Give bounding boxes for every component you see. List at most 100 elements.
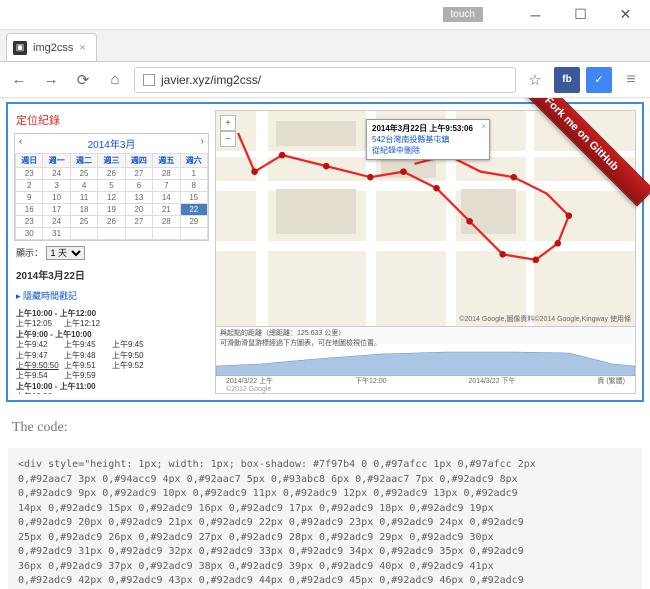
calendar-day[interactable]: 4: [70, 180, 97, 192]
timestamp-item[interactable]: 上午12:05: [16, 319, 64, 329]
code-output[interactable]: <div style="height: 1px; width: 1px; box…: [8, 448, 642, 589]
calendar-day[interactable]: [125, 228, 152, 240]
timestamp-item[interactable]: 上午9:45: [112, 340, 160, 350]
callout-close-icon[interactable]: ×: [481, 122, 486, 131]
tab-close-icon[interactable]: ×: [79, 42, 85, 54]
timestamp-item[interactable]: 上午9:52: [112, 361, 160, 371]
url-text: javier.xyz/img2css/: [161, 73, 261, 87]
callout-address[interactable]: 542台灣南投縣基屯鎮: [372, 134, 484, 145]
calendar-day[interactable]: 28: [153, 216, 180, 228]
home-button[interactable]: ⌂: [102, 67, 128, 93]
timestamp-item[interactable]: 上午9:48: [64, 351, 112, 361]
timestamp-item[interactable]: 上午9:54: [16, 371, 64, 381]
calendar-day[interactable]: 24: [43, 168, 70, 180]
calendar-day[interactable]: 10: [43, 192, 70, 204]
calendar-day[interactable]: 23: [16, 168, 43, 180]
facebook-extension-icon[interactable]: fb: [554, 67, 580, 93]
zoom-in-button[interactable]: +: [220, 115, 236, 131]
close-button[interactable]: ✕: [603, 1, 648, 29]
hide-timestamps-link[interactable]: 隱藏時間戳記: [16, 289, 207, 302]
browser-tab[interactable]: img2css ×: [6, 33, 97, 61]
weekday-header: 週一: [43, 154, 70, 168]
page-content[interactable]: 定位紀錄 ‹ 2014年3月 › 週日週一週二週三週四週五週六232425262…: [0, 98, 650, 589]
calendar-day[interactable]: 7: [153, 180, 180, 192]
title-overlay: touch: [443, 7, 483, 22]
calendar-day[interactable]: 14: [153, 192, 180, 204]
calendar-day[interactable]: 17: [43, 204, 70, 216]
calendar-day[interactable]: 22: [180, 204, 207, 216]
calendar[interactable]: ‹ 2014年3月 › 週日週一週二週三週四週五週六23242526272812…: [14, 133, 209, 241]
menu-button[interactable]: ≡: [618, 67, 644, 93]
url-bar[interactable]: javier.xyz/img2css/: [134, 67, 516, 93]
timestamp-item[interactable]: 上午9:59: [64, 371, 112, 381]
calendar-day[interactable]: [153, 228, 180, 240]
calendar-day[interactable]: 26: [98, 216, 125, 228]
sidebar: 定位紀錄 ‹ 2014年3月 › 週日週一週二週三週四週五週六232425262…: [14, 110, 209, 394]
prev-month-icon[interactable]: ‹: [19, 136, 22, 147]
map-credits: ©2014 Google,圖像資料©2014 Google,Kingway 使用…: [459, 314, 631, 324]
bookmark-button[interactable]: ☆: [522, 67, 548, 93]
timestamp-item[interactable]: 上午9:50: [112, 351, 160, 361]
calendar-day[interactable]: [180, 228, 207, 240]
calendar-day[interactable]: 31: [43, 228, 70, 240]
calendar-day[interactable]: 25: [70, 168, 97, 180]
calendar-day[interactable]: 28: [153, 168, 180, 180]
favicon-icon: [13, 41, 27, 55]
calendar-day[interactable]: 24: [43, 216, 70, 228]
forward-button[interactable]: →: [38, 67, 64, 93]
map-canvas[interactable]: + − × 2014年3月22日 上午9:53:06 542台灣南投縣基屯鎮 從…: [216, 111, 635, 326]
zoom-out-button[interactable]: −: [220, 131, 236, 147]
extension-icon[interactable]: [586, 67, 612, 93]
calendar-day[interactable]: 3: [43, 180, 70, 192]
callout-time: 2014年3月22日 上午9:53:06: [372, 123, 484, 134]
timestamp-item[interactable]: 上午12:12: [64, 319, 112, 329]
calendar-day[interactable]: 8: [180, 180, 207, 192]
calendar-day[interactable]: 5: [98, 180, 125, 192]
timestamp-item[interactable]: 上午9:42: [16, 340, 64, 350]
calendar-day[interactable]: 13: [125, 192, 152, 204]
next-month-icon[interactable]: ›: [201, 136, 204, 147]
calendar-day[interactable]: 12: [98, 192, 125, 204]
calendar-grid: 週日週一週二週三週四週五週六23242526272812345678910111…: [15, 153, 208, 240]
calendar-day[interactable]: [98, 228, 125, 240]
minimize-button[interactable]: ─: [513, 1, 558, 29]
maximize-button[interactable]: ☐: [558, 1, 603, 29]
timestamp-item[interactable]: 上午9:47: [16, 351, 64, 361]
calendar-day[interactable]: [70, 228, 97, 240]
timestamp-item[interactable]: 上午10:06: [16, 392, 64, 394]
calendar-day[interactable]: 20: [125, 204, 152, 216]
timestamp-list: 上午10:00 - 上午12:00上午12:05上午12:12上午9:00 - …: [16, 309, 207, 394]
calendar-day[interactable]: 15: [180, 192, 207, 204]
weekday-header: 週四: [125, 154, 152, 168]
calendar-day[interactable]: 21: [153, 204, 180, 216]
calendar-day[interactable]: 25: [70, 216, 97, 228]
timestamp-item[interactable]: 上午9:45: [64, 340, 112, 350]
reload-button[interactable]: ⟳: [70, 67, 96, 93]
time-group-header: 上午10:00 - 上午12:00: [16, 309, 207, 319]
calendar-day[interactable]: 1: [180, 168, 207, 180]
sidebar-header: 定位紀錄: [16, 112, 209, 128]
timestamp-item[interactable]: 上午9:50:50: [16, 361, 64, 371]
elevation-chart[interactable]: 2014/3/22 上午 下午12:00 2014/3/22 下午 資 (繁體)…: [216, 344, 635, 393]
calendar-day[interactable]: 11: [70, 192, 97, 204]
calendar-day[interactable]: 29: [180, 216, 207, 228]
back-button[interactable]: ←: [6, 67, 32, 93]
calendar-day[interactable]: 30: [16, 228, 43, 240]
calendar-day[interactable]: 23: [16, 216, 43, 228]
calendar-header: ‹ 2014年3月 ›: [15, 134, 208, 153]
calendar-day[interactable]: 18: [70, 204, 97, 216]
calendar-day[interactable]: 26: [98, 168, 125, 180]
weekday-header: 週三: [98, 154, 125, 168]
calendar-day[interactable]: 27: [125, 216, 152, 228]
calendar-day[interactable]: 19: [98, 204, 125, 216]
calendar-day[interactable]: 27: [125, 168, 152, 180]
display-select[interactable]: 1 天: [46, 246, 85, 260]
calendar-day[interactable]: 16: [16, 204, 43, 216]
calendar-day[interactable]: 2: [16, 180, 43, 192]
display-label: 顯示：: [16, 248, 43, 258]
callout-delete-link[interactable]: 從紀錄中刪除: [372, 145, 484, 156]
timestamp-item[interactable]: 上午9:51: [64, 361, 112, 371]
calendar-day[interactable]: 6: [125, 180, 152, 192]
window-titlebar: touch ─ ☐ ✕: [0, 0, 650, 30]
calendar-day[interactable]: 9: [16, 192, 43, 204]
